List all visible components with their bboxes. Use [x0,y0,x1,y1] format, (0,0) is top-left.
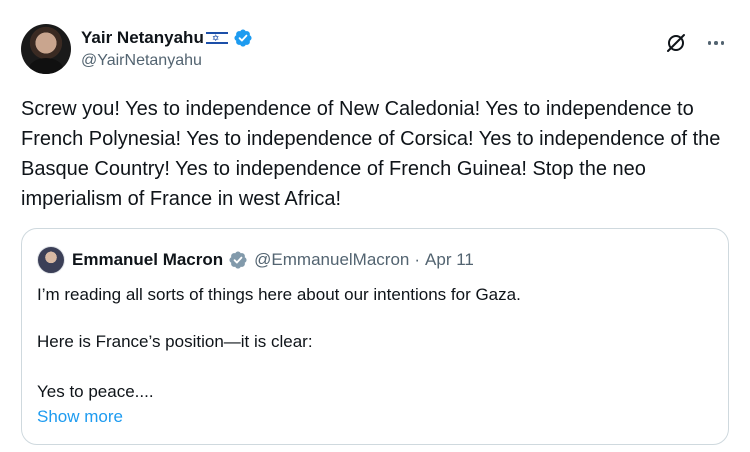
verified-badge-icon[interactable] [233,28,253,48]
israel-flag-icon: ✡ [205,31,228,45]
quoted-text-line: Here is France’s position—it is clear: [37,332,313,351]
quoted-tweet-date[interactable]: Apr 11 [425,250,474,270]
quoted-tweet[interactable]: Emmanuel Macron @EmmanuelMacron · Apr 11… [21,228,729,445]
quoted-author-handle[interactable]: @EmmanuelMacron [254,250,409,270]
quoted-author-display-name[interactable]: Emmanuel Macron [72,250,223,270]
show-more-link[interactable]: Show more [37,405,123,429]
author-name-row: Yair Netanyahu ✡ [81,27,253,49]
government-verified-badge-icon[interactable] [228,250,248,270]
quoted-text-line: I’m reading all sorts of things here abo… [37,285,521,304]
more-options-icon[interactable] [704,33,728,53]
author-handle[interactable]: @YairNetanyahu [81,52,202,70]
grok-icon[interactable] [665,32,687,54]
quoted-tweet-header: Emmanuel Macron @EmmanuelMacron · Apr 11 [37,245,474,275]
tweet-text: Screw you! Yes to independence of New Ca… [21,98,721,210]
author-display-name[interactable]: Yair Netanyahu [81,28,204,48]
author-avatar[interactable] [21,24,71,74]
tweet-header: Yair Netanyahu ✡ @YairNetanyahu [21,24,731,76]
quoted-text-line: Yes to peace.... [37,382,154,401]
header-separator: · [414,250,421,269]
quoted-author-avatar[interactable] [37,246,65,274]
